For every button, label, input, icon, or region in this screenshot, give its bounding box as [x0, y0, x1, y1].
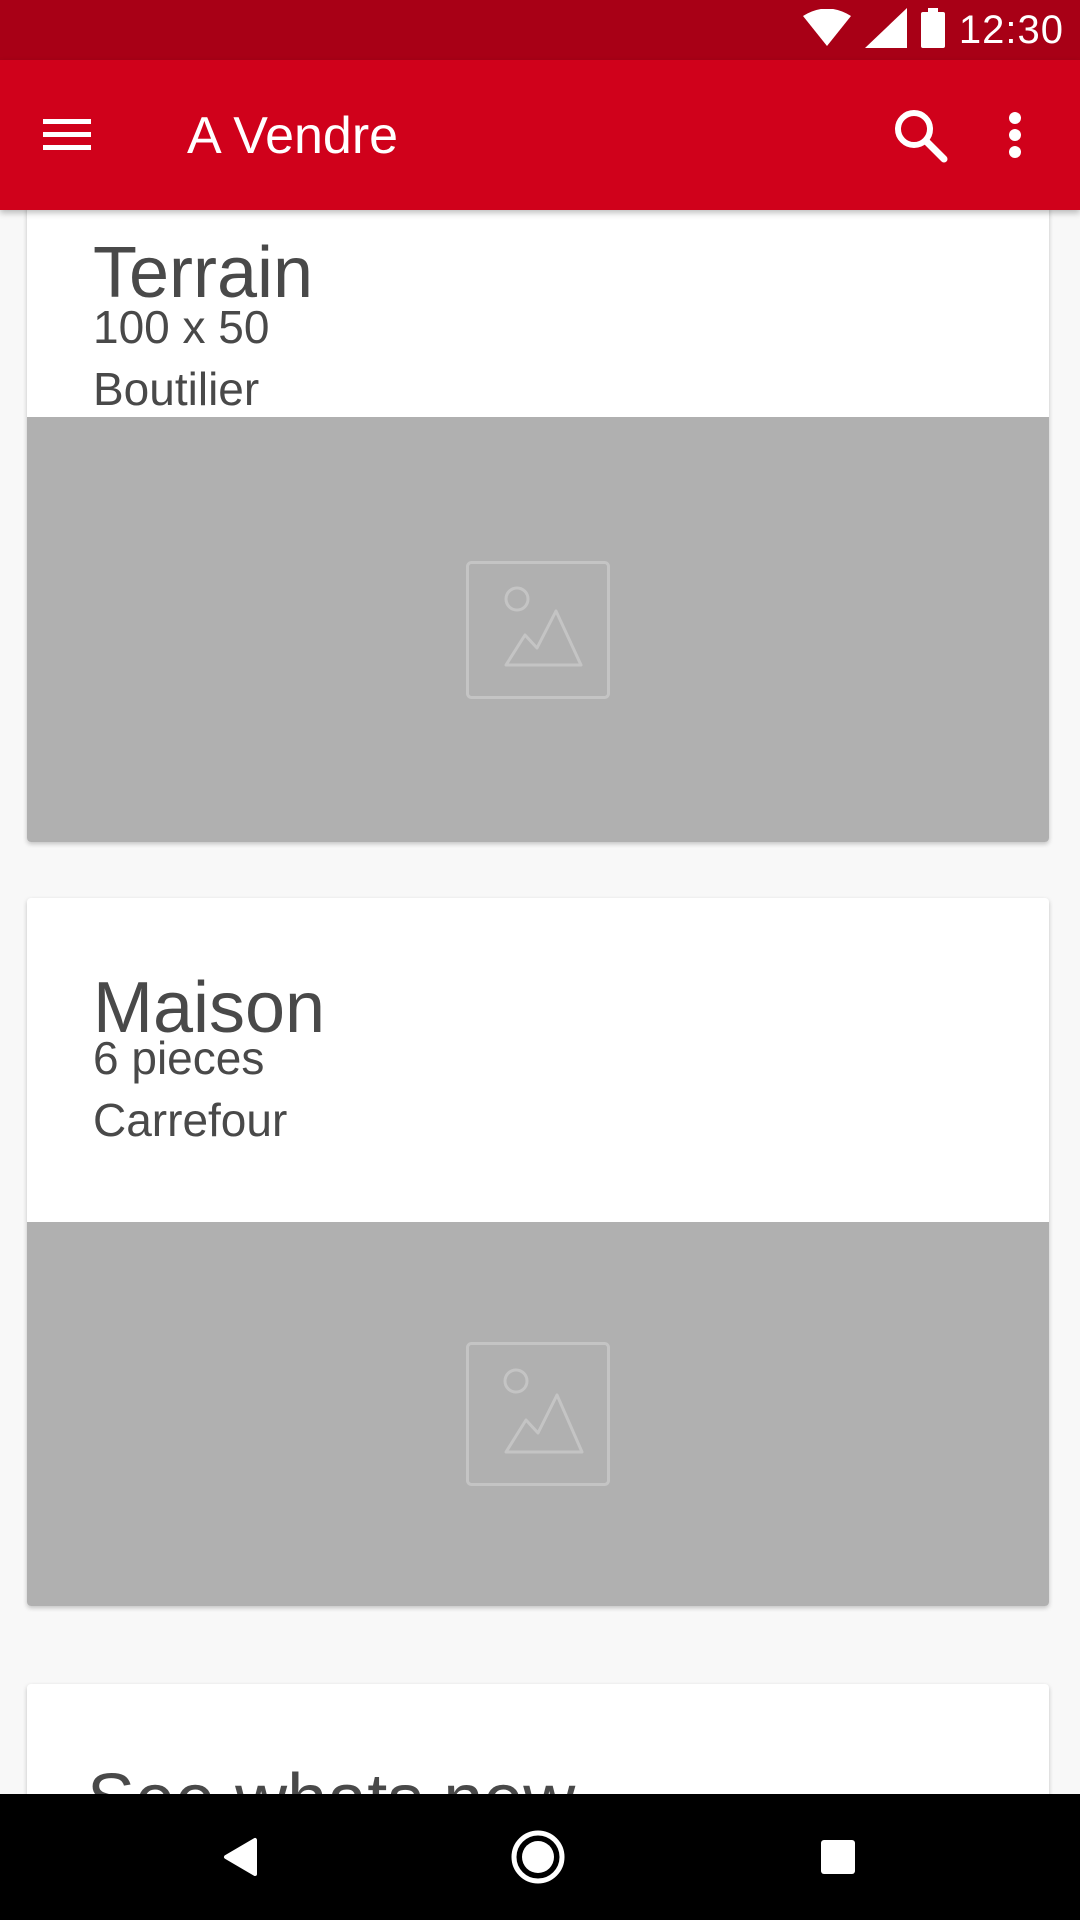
screen: 12:30 A Vendre Terrain 100 x 50 Boutilie…: [0, 0, 1080, 1920]
home-icon: [511, 1830, 565, 1884]
cell-signal-icon: [864, 7, 907, 53]
back-button[interactable]: [200, 1817, 280, 1897]
search-button[interactable]: [880, 100, 960, 170]
listing-image: [27, 1222, 1049, 1606]
listing-card[interactable]: Maison 6 pieces Carrefour: [27, 898, 1049, 1606]
recents-button[interactable]: [798, 1817, 878, 1897]
more-vert-icon: [1009, 112, 1021, 158]
status-bar: 12:30: [0, 0, 1080, 60]
listing-title: See whats new: [87, 1764, 575, 1794]
listing-detail: 100 x 50: [93, 301, 270, 353]
system-nav-bar: [0, 1794, 1080, 1920]
image-placeholder-icon: [466, 560, 610, 699]
listing-image: [27, 417, 1049, 842]
recents-icon: [821, 1840, 855, 1874]
listing-location: Carrefour: [93, 1094, 288, 1146]
search-icon: [895, 110, 948, 163]
listing-location: Boutilier: [93, 363, 260, 415]
listing-detail: 6 pieces: [93, 1032, 265, 1084]
image-placeholder-icon: [466, 1342, 610, 1486]
menu-icon: [43, 119, 91, 150]
back-icon: [224, 1838, 257, 1876]
app-bar: A Vendre: [0, 60, 1080, 210]
listing-title: Terrain: [93, 233, 314, 313]
listing-feed[interactable]: Terrain 100 x 50 Boutilier Maison 6 piec…: [0, 210, 1080, 1794]
home-button[interactable]: [498, 1817, 578, 1897]
listing-card[interactable]: See whats new: [27, 1684, 1049, 1794]
battery-icon: [920, 7, 945, 53]
wifi-icon: [802, 8, 851, 52]
app-title: A Vendre: [187, 107, 399, 165]
menu-button[interactable]: [30, 100, 104, 170]
status-icons: 12:30: [802, 0, 1064, 60]
listing-card[interactable]: Terrain 100 x 50 Boutilier: [27, 210, 1049, 842]
more-options-button[interactable]: [985, 100, 1045, 170]
status-time: 12:30: [958, 7, 1064, 52]
